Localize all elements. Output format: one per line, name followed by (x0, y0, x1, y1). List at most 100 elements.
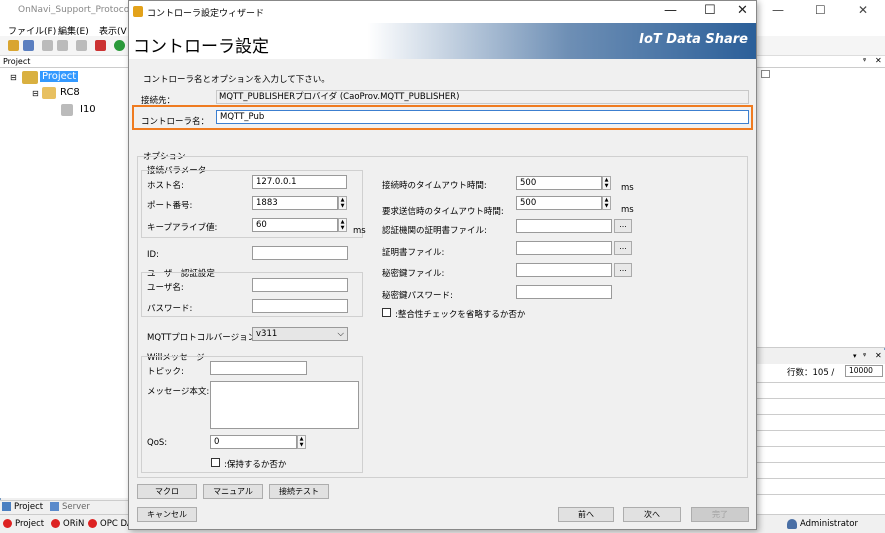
paste-icon[interactable] (57, 40, 68, 51)
log-row (757, 462, 885, 463)
tree-collapse-icon[interactable]: ⊟ (10, 73, 17, 82)
main-maximize-icon[interactable]: ☐ (815, 3, 826, 17)
qos-input[interactable]: 0 (210, 435, 297, 449)
log-row (757, 382, 885, 383)
password-label: パスワード: (147, 304, 193, 314)
controller-name-label: コントローラ名： (141, 117, 210, 127)
ca-file-input[interactable] (516, 219, 612, 233)
project-tab-icon (2, 502, 11, 511)
error-icon (3, 519, 12, 528)
skip-check-label: :整合性チェックを省略するか否か (395, 310, 526, 320)
pin-icon-2[interactable]: ᵠ (863, 351, 866, 360)
delete-icon[interactable] (76, 40, 87, 51)
dropdown-icon[interactable]: ▾ (853, 352, 857, 360)
conn-timeout-spinner[interactable]: ▲ ▼ (602, 176, 611, 190)
dialog-title: コントローラ設定ウィザード (147, 9, 265, 19)
minimize-icon[interactable]: — (664, 3, 677, 18)
main-title: OnNavi_Support_Protocol_M (18, 5, 144, 15)
main-minimize-icon[interactable]: — (772, 3, 784, 17)
add-icon[interactable] (95, 40, 106, 51)
close-icon[interactable]: ✕ (737, 3, 748, 18)
maximize-icon[interactable]: ☐ (704, 3, 716, 18)
host-label: ホスト名: (147, 181, 184, 191)
key-password-input[interactable] (516, 285, 612, 299)
error-icon (88, 519, 97, 528)
save-icon[interactable] (23, 40, 34, 51)
open-icon[interactable] (8, 40, 19, 51)
status-orin[interactable]: ORiN (63, 519, 84, 529)
retain-label: :保持するか否か (224, 460, 287, 470)
tree-node-project[interactable]: Project (40, 71, 79, 82)
log-row (757, 414, 885, 415)
instruction-text: コントローラ名とオプションを入力して下さい。 (143, 75, 330, 85)
mqtt-version-select[interactable]: v311 ⌵ (252, 327, 348, 341)
keepalive-input[interactable]: 60 (252, 218, 338, 232)
right-panel-bottom-header: ▾ ᵠ ✕ (757, 350, 885, 364)
key-browse-button[interactable]: ... (614, 263, 632, 277)
key-file-label: 秘密鍵ファイル: (382, 269, 445, 279)
log-row (757, 398, 885, 399)
skip-check-checkbox[interactable] (382, 308, 391, 317)
back-button[interactable]: 前へ (558, 507, 614, 522)
id-label: ID: (147, 250, 159, 260)
log-row (757, 430, 885, 431)
status-project[interactable]: Project (15, 519, 44, 529)
run-icon[interactable] (114, 40, 125, 51)
key-file-input[interactable] (516, 263, 612, 277)
tree-node-i10[interactable]: I10 (80, 104, 96, 115)
finish-button[interactable]: 完了 (691, 507, 749, 522)
rows-label: 行数：105 / (787, 368, 835, 378)
tab-project[interactable]: Project (14, 502, 43, 512)
controller-icon (42, 87, 56, 99)
ca-browse-button[interactable]: ... (614, 219, 632, 233)
password-input[interactable] (252, 299, 348, 313)
ca-file-label: 認証機関の証明書ファイル: (382, 226, 487, 236)
log-row (757, 446, 885, 447)
topic-input[interactable] (210, 361, 307, 375)
app-icon (133, 6, 143, 17)
copy-icon[interactable] (42, 40, 53, 51)
req-timeout-input[interactable]: 500 (516, 196, 602, 210)
panel-close-icon[interactable]: ✕ (875, 56, 882, 65)
server-tab-icon (50, 502, 59, 511)
dest-field: MQTT_PUBLISHERプロバイダ (CaoProv.MQTT_PUBLIS… (216, 90, 749, 104)
message-body-input[interactable] (210, 381, 359, 429)
mqtt-version-value: v311 (256, 329, 278, 339)
conn-timeout-input[interactable]: 500 (516, 176, 602, 190)
keepalive-spinner[interactable]: ▲ ▼ (338, 218, 347, 232)
iot-logo: IoT Data Share (639, 32, 748, 47)
dialog-banner: コントローラ設定 IoT Data Share (129, 23, 756, 59)
id-input[interactable] (252, 246, 348, 260)
project-panel-header: Project (0, 56, 130, 68)
qos-spinner[interactable]: ▲ ▼ (297, 435, 306, 449)
tree-node-rc8[interactable]: RC8 (60, 87, 80, 98)
req-timeout-spinner[interactable]: ▲ ▼ (602, 196, 611, 210)
grid-icon[interactable] (761, 70, 770, 78)
host-input[interactable]: 127.0.0.1 (252, 175, 347, 189)
panel-close-icon-2[interactable]: ✕ (875, 351, 882, 360)
main-close-icon[interactable]: ✕ (858, 3, 868, 17)
cert-file-label: 証明書ファイル: (382, 248, 445, 258)
cancel-button[interactable]: キャンセル (137, 507, 197, 522)
user-label: ユーザ名: (147, 283, 184, 293)
manual-button[interactable]: マニュアル (203, 484, 263, 499)
port-input[interactable]: 1883 (252, 196, 338, 210)
log-row (757, 494, 885, 495)
connection-test-button[interactable]: 接続テスト (269, 484, 329, 499)
topic-label: トピック: (147, 367, 184, 377)
user-input[interactable] (252, 278, 348, 292)
project-tree: ⊟ Project ⊟ RC8 I10 (0, 68, 130, 498)
port-label: ポート番号: (147, 201, 193, 211)
next-button[interactable]: 次へ (623, 507, 681, 522)
retain-checkbox[interactable] (211, 458, 220, 467)
chevron-down-icon: ⌵ (337, 329, 344, 339)
pin-icon[interactable]: ᵠ (863, 56, 866, 65)
port-spinner[interactable]: ▲ ▼ (338, 196, 347, 210)
macro-button[interactable]: マクロ (137, 484, 197, 499)
cert-file-input[interactable] (516, 241, 612, 255)
controller-name-input[interactable]: MQTT_Pub (216, 110, 749, 124)
rows-max-input[interactable]: 10000 (845, 365, 883, 377)
tree-collapse-icon-rc8[interactable]: ⊟ (32, 89, 39, 98)
tab-server[interactable]: Server (62, 502, 90, 512)
cert-browse-button[interactable]: ... (614, 241, 632, 255)
